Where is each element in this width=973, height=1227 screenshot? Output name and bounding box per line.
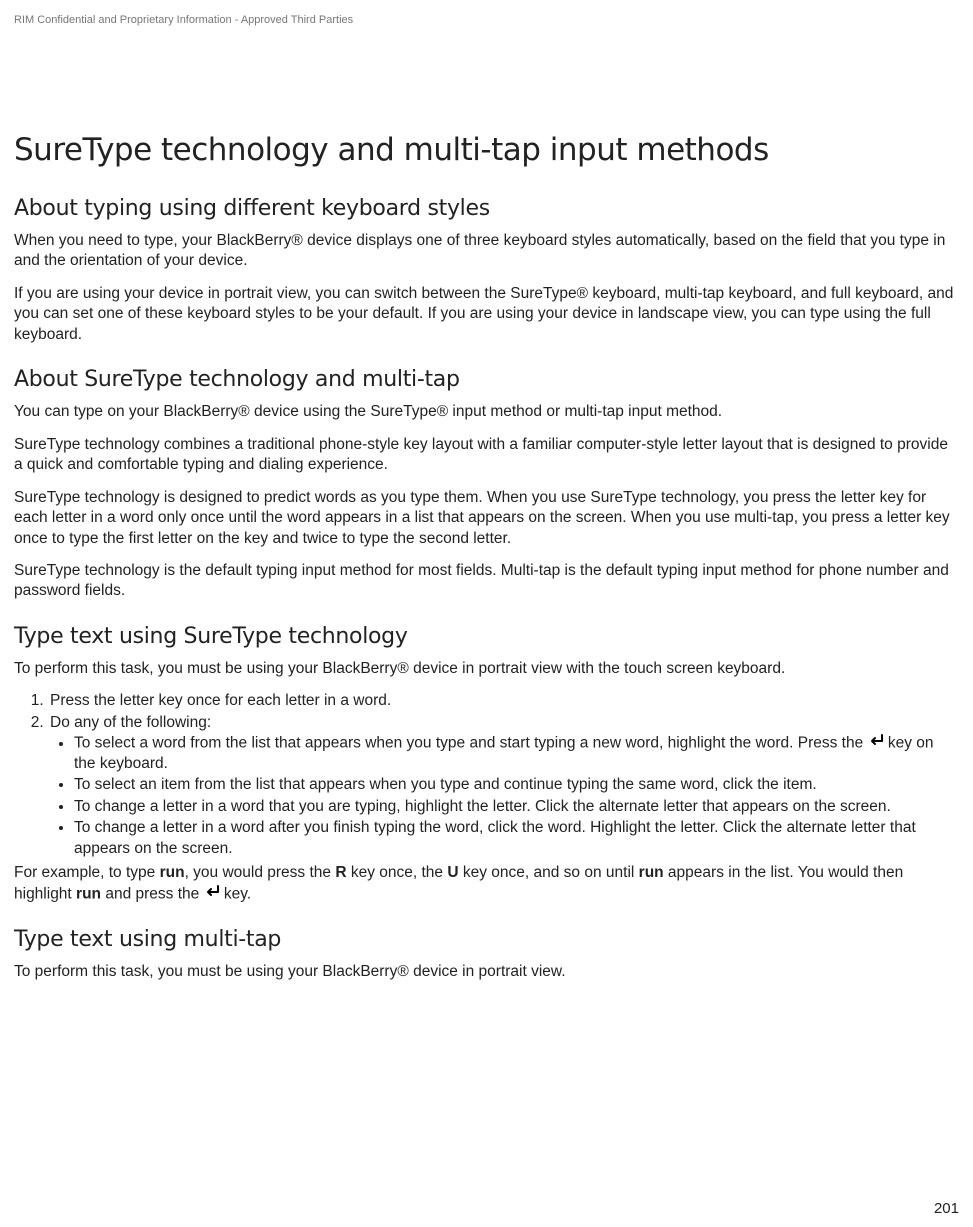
text: key once, and so on until	[459, 864, 639, 881]
section-heading-suretype-multitap: About SureType technology and multi-tap	[14, 367, 959, 392]
step-text: Do any of the following:	[50, 714, 211, 731]
confidential-header: RIM Confidential and Proprietary Informa…	[14, 14, 959, 26]
bold-r: R	[335, 864, 346, 881]
ordered-steps: Press the letter key once for each lette…	[14, 691, 959, 859]
list-item: Do any of the following: To select a wor…	[48, 713, 959, 860]
bullet-list: To select a word from the list that appe…	[50, 733, 959, 859]
section-heading-type-multitap: Type text using multi-tap	[14, 927, 959, 952]
text: For example, to type	[14, 864, 160, 881]
text: and press the	[101, 885, 204, 902]
section-heading-type-suretype: Type text using SureType technology	[14, 624, 959, 649]
bullet-text: To select a word from the list that appe…	[74, 735, 868, 752]
list-item: To change a letter in a word that you ar…	[74, 797, 959, 817]
enter-key-icon	[868, 733, 884, 753]
bold-run: run	[639, 864, 664, 881]
paragraph: SureType technology is the default typin…	[14, 561, 959, 602]
paragraph: If you are using your device in portrait…	[14, 284, 959, 345]
enter-key-icon	[204, 884, 220, 904]
paragraph: SureType technology is designed to predi…	[14, 488, 959, 549]
page-title: SureType technology and multi-tap input …	[14, 132, 959, 168]
bold-u: U	[447, 864, 458, 881]
bold-run: run	[76, 885, 101, 902]
page-number: 201	[934, 1200, 959, 1217]
list-item: To change a letter in a word after you f…	[74, 818, 959, 859]
text: key once, the	[347, 864, 448, 881]
text: key.	[220, 885, 252, 902]
paragraph: SureType technology combines a tradition…	[14, 435, 959, 476]
paragraph: When you need to type, your BlackBerry® …	[14, 231, 959, 272]
paragraph: To perform this task, you must be using …	[14, 962, 959, 982]
text: , you would press the	[185, 864, 336, 881]
list-item: To select a word from the list that appe…	[74, 733, 959, 774]
paragraph: You can type on your BlackBerry® device …	[14, 402, 959, 422]
example-paragraph: For example, to type run, you would pres…	[14, 863, 959, 904]
paragraph: To perform this task, you must be using …	[14, 659, 959, 679]
list-item: Press the letter key once for each lette…	[48, 691, 959, 711]
section-heading-keyboard-styles: About typing using different keyboard st…	[14, 196, 959, 221]
bold-run: run	[160, 864, 185, 881]
list-item: To select an item from the list that app…	[74, 775, 959, 795]
